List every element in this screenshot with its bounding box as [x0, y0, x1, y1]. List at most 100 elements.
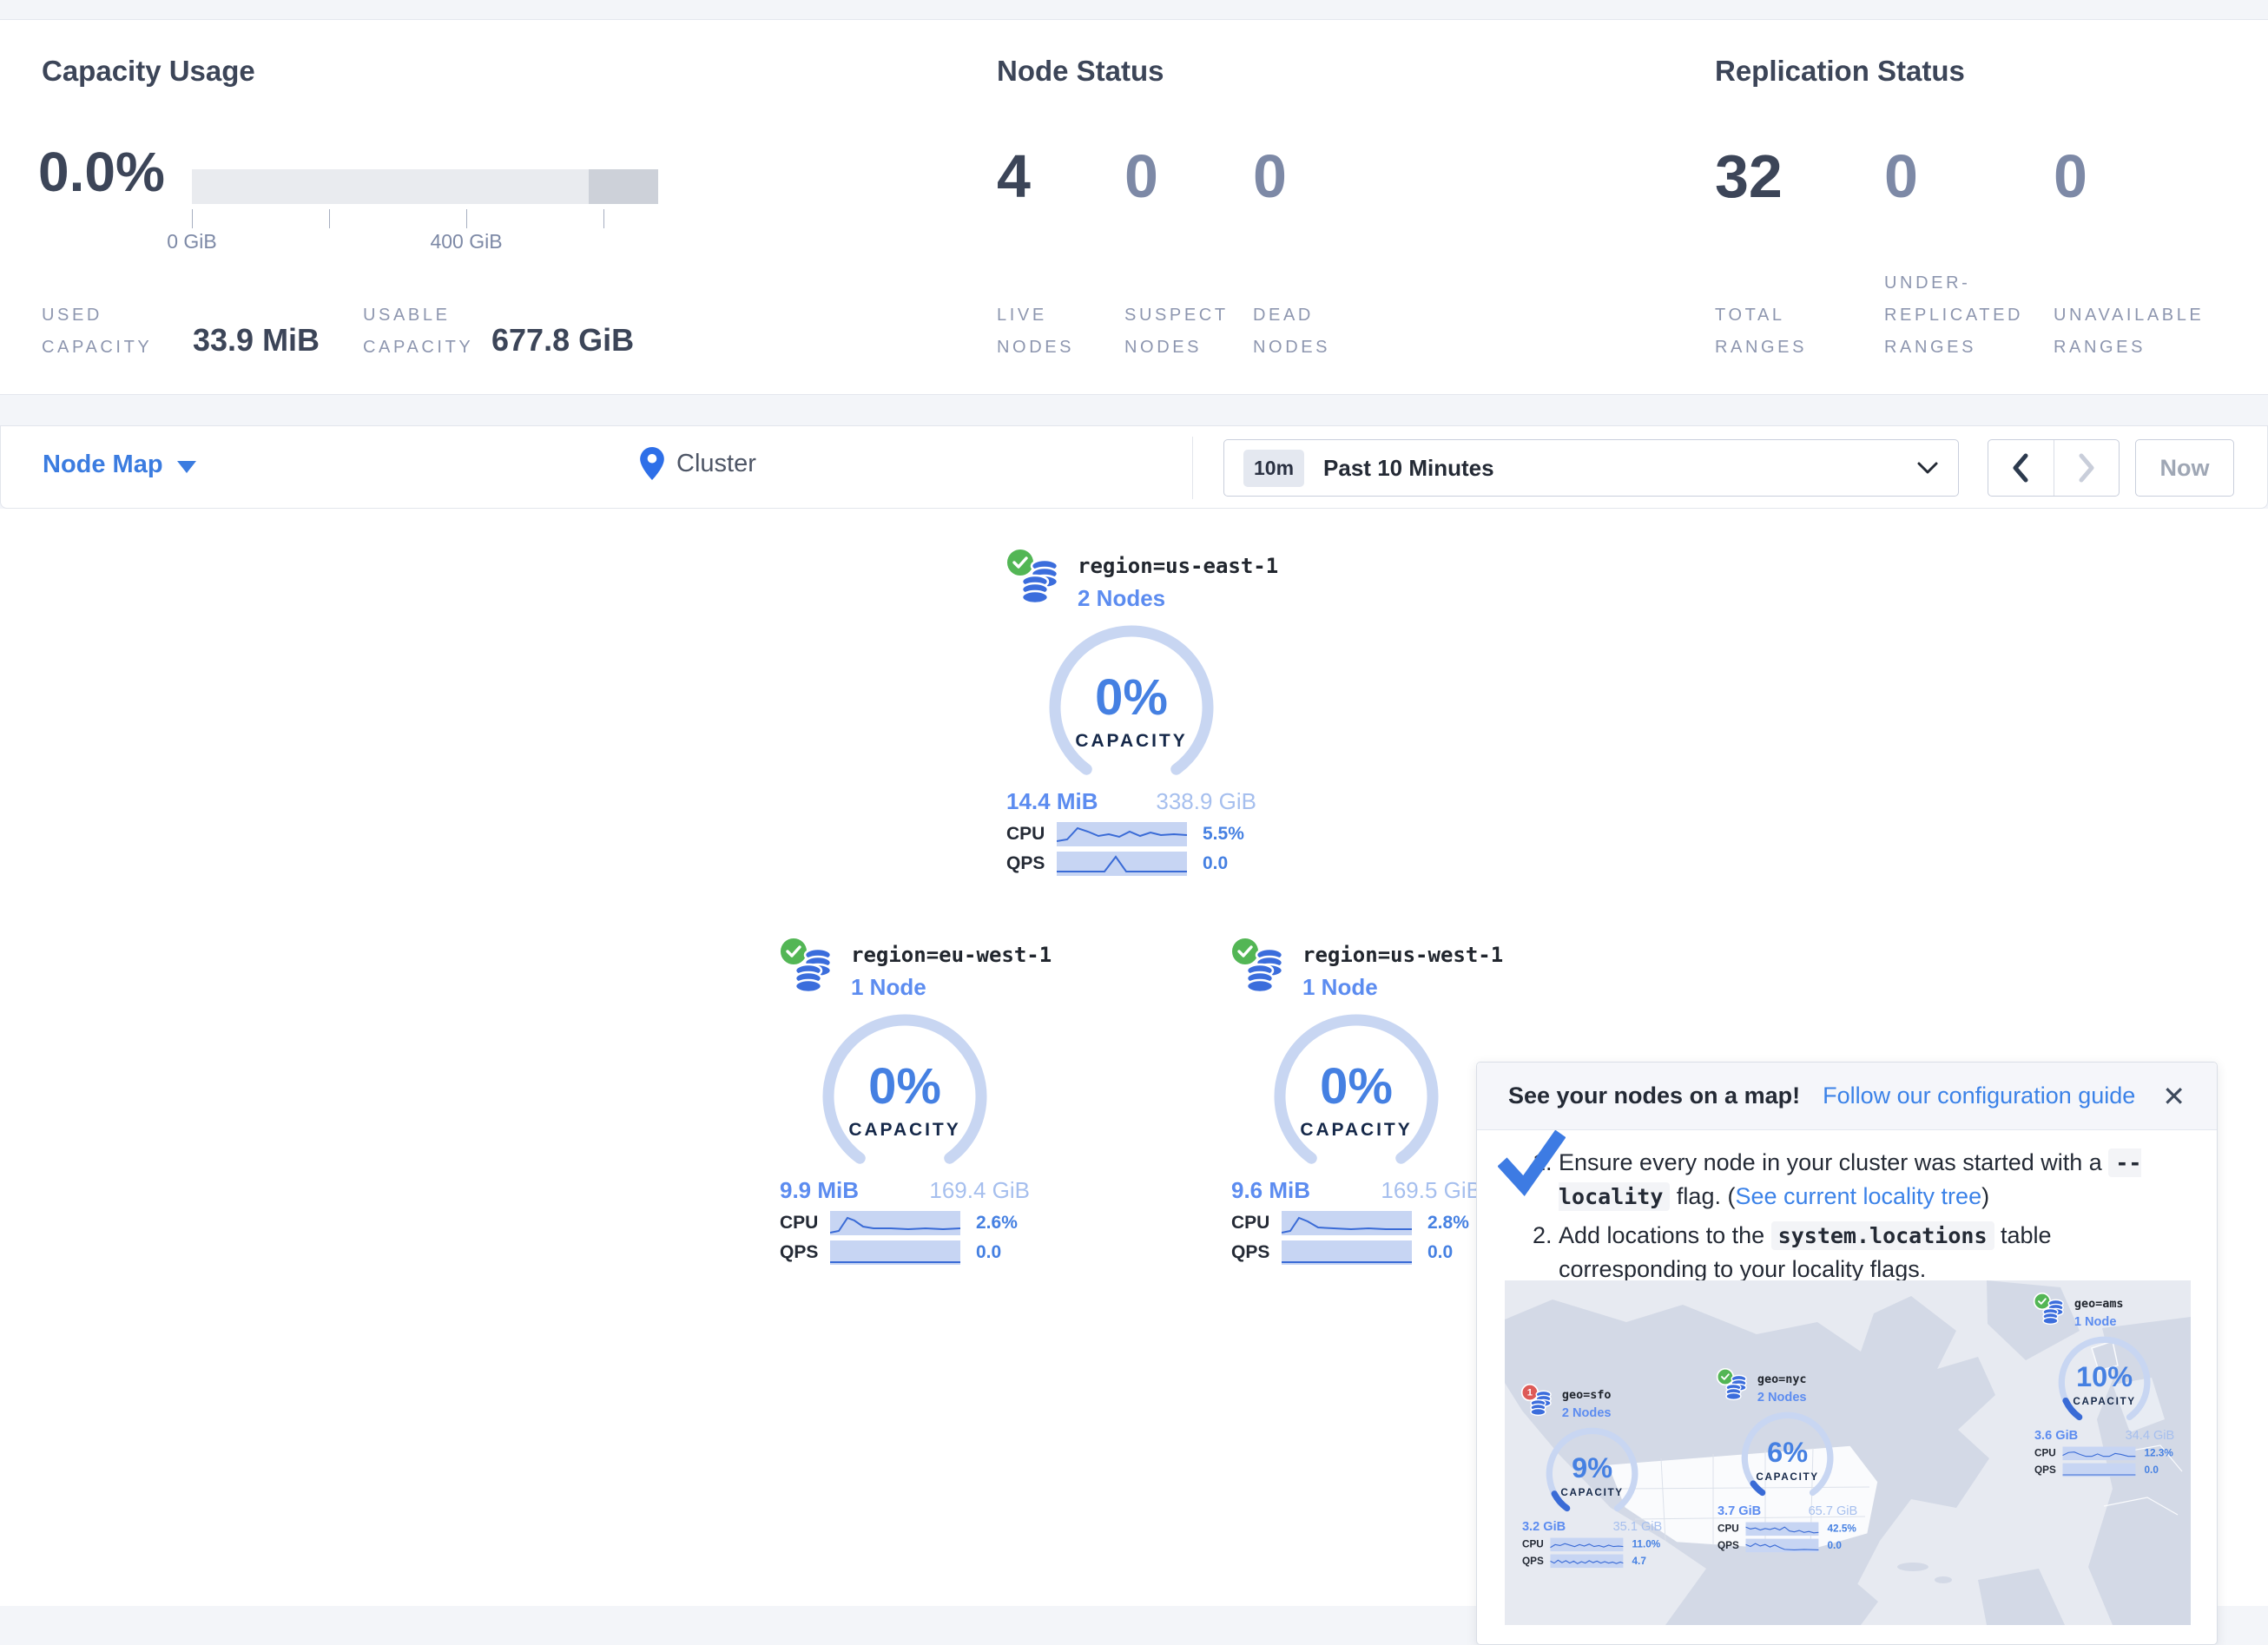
- suspect-nodes-label: SUSPECT NODES: [1124, 272, 1237, 364]
- total-bytes: 35.1 GiB: [1613, 1519, 1663, 1534]
- qps-label: QPS: [1717, 1540, 1745, 1551]
- total-bytes: 169.4 GiB: [929, 1177, 1030, 1204]
- used-bytes: 3.2 GiB: [1522, 1519, 1566, 1534]
- qps-sparkline: [2062, 1464, 2135, 1477]
- capacity-usable-segment: [589, 169, 658, 204]
- region-node-eu-west-1[interactable]: region=eu-west-1 1 Node 0% CAPACITY 9.9 …: [766, 936, 1044, 1266]
- capacity-percent: 0%: [1217, 1057, 1495, 1115]
- prev-time-button[interactable]: [1988, 440, 2054, 496]
- cpu-label: CPU: [1006, 824, 1057, 845]
- total-bytes: 169.5 GiB: [1381, 1177, 1481, 1204]
- region-node-us-east-1[interactable]: region=us-east-1 2 Nodes 0% CAPACITY 14.…: [992, 547, 1270, 877]
- unavailable-value: 0: [2054, 141, 2087, 211]
- unavailable-label: UNAVAILABLE RANGES: [2054, 239, 2219, 364]
- database-stack-icon: [1528, 1390, 1556, 1420]
- database-stack-icon: [1724, 1374, 1751, 1405]
- map-node-nyc[interactable]: geo=nyc 2 Nodes 6% CAPACITY 3.7 GiB 65.7…: [1710, 1368, 1865, 1553]
- qps-label: QPS: [780, 1242, 830, 1263]
- instruction-step-2: Add locations to the system.locations ta…: [1559, 1219, 2189, 1286]
- region-node-count: 1 Node: [851, 974, 926, 1001]
- region-node-count: 1 Node: [1302, 974, 1378, 1001]
- qps-value: 0.0: [2145, 1464, 2159, 1476]
- locality-node-count: 2 Nodes: [1562, 1405, 1612, 1420]
- instruction-step-1: Ensure every node in your cluster was st…: [1559, 1146, 2189, 1214]
- cpu-sparkline: [1057, 822, 1187, 846]
- used-bytes: 3.7 GiB: [1717, 1504, 1761, 1518]
- time-pager: [1988, 439, 2120, 497]
- capacity-usage-percent: 0.0%: [38, 140, 165, 204]
- qps-sparkline: [830, 1240, 960, 1265]
- time-range-select[interactable]: 10m Past 10 Minutes: [1223, 439, 1959, 497]
- time-range-label: Past 10 Minutes: [1323, 455, 1916, 482]
- blue-check-icon: [1498, 1130, 1566, 1202]
- qps-label: QPS: [2034, 1464, 2062, 1476]
- dead-nodes-value: 0: [1253, 141, 1287, 211]
- capacity-caption: CAPACITY: [992, 731, 1270, 752]
- nodes-on-map-popup: See your nodes on a map! Follow our conf…: [1476, 1062, 2218, 1645]
- popup-header: See your nodes on a map! Follow our conf…: [1477, 1063, 2217, 1130]
- total-bytes: 338.9 GiB: [1156, 788, 1256, 815]
- view-selector-dropdown[interactable]: Node Map: [43, 451, 196, 479]
- cpu-label: CPU: [1717, 1523, 1745, 1535]
- locality-node-count: 2 Nodes: [1757, 1390, 1807, 1405]
- locality-tree-link[interactable]: See current locality tree: [1735, 1183, 1981, 1209]
- breadcrumb[interactable]: Cluster: [640, 447, 756, 480]
- cpu-value: 2.8%: [1427, 1213, 1469, 1234]
- toolbar: Node Map Cluster 10m Past 10 Minutes Now: [0, 425, 2268, 509]
- map-node-sfo[interactable]: 1 geo=sfo 2 Nodes 9% CAPACITY 3.2 GiB 35…: [1514, 1384, 1670, 1569]
- used-bytes: 9.6 MiB: [1231, 1177, 1310, 1204]
- qps-label: QPS: [1231, 1242, 1282, 1263]
- region-node-count: 2 Nodes: [1078, 585, 1165, 612]
- qps-label: QPS: [1006, 853, 1057, 874]
- bar-tick-label-0: 0 GiB: [122, 230, 261, 253]
- node-status-title: Node Status: [997, 55, 1164, 88]
- popup-title: See your nodes on a map!: [1508, 1082, 1800, 1109]
- chevron-right-icon: [2078, 453, 2095, 483]
- capacity-percent: 9%: [1514, 1451, 1670, 1484]
- capacity-usage-title: Capacity Usage: [42, 55, 255, 88]
- region-title: region=eu-west-1: [851, 943, 1052, 967]
- toolbar-divider: [1192, 437, 1193, 499]
- capacity-caption: CAPACITY: [766, 1120, 1044, 1141]
- cpu-value: 2.6%: [976, 1213, 1018, 1234]
- replication-status-title: Replication Status: [1715, 55, 1965, 88]
- database-stack-icon: [2041, 1299, 2068, 1329]
- locality-title: geo=sfo: [1562, 1387, 1612, 1401]
- cpu-value: 42.5%: [1828, 1523, 1856, 1535]
- used-capacity-label: USED CAPACITY: [42, 296, 172, 364]
- region-node-us-west-1[interactable]: region=us-west-1 1 Node 0% CAPACITY 9.6 …: [1217, 936, 1495, 1266]
- used-bytes: 3.6 GiB: [2034, 1428, 2078, 1443]
- used-bytes: 9.9 MiB: [780, 1177, 859, 1204]
- qps-value: 0.0: [976, 1242, 1001, 1263]
- database-stack-icon: [1242, 946, 1292, 1001]
- capacity-caption: CAPACITY: [1217, 1120, 1495, 1141]
- next-time-button[interactable]: [2054, 440, 2120, 496]
- capacity-percent: 0%: [992, 668, 1270, 727]
- bar-tick: [329, 209, 330, 228]
- used-capacity-value: 33.9 MiB: [193, 322, 320, 359]
- capacity-usage-bar: [192, 169, 658, 204]
- live-nodes-value: 4: [997, 141, 1031, 211]
- bar-tick-label-400: 400 GiB: [397, 230, 536, 253]
- system-locations-code: system.locations: [1771, 1221, 1994, 1250]
- map-node-ams[interactable]: geo=ams 1 Node 10% CAPACITY 3.6 GiB 34.4…: [2027, 1293, 2182, 1477]
- capacity-percent: 0%: [766, 1057, 1044, 1115]
- locality-node-count: 1 Node: [2074, 1314, 2117, 1329]
- breadcrumb-label: Cluster: [676, 450, 756, 478]
- database-stack-icon: [1017, 557, 1067, 612]
- suspect-nodes-value: 0: [1124, 141, 1158, 211]
- capacity-percent: 6%: [1710, 1436, 1865, 1469]
- configuration-guide-link[interactable]: Follow our configuration guide: [1823, 1082, 2135, 1109]
- stats-panel: Capacity Usage 0.0% 0 GiB 400 GiB USED C…: [0, 19, 2268, 395]
- locality-title: geo=nyc: [1757, 1372, 1807, 1385]
- total-ranges-label: TOTAL RANGES: [1715, 239, 1828, 364]
- usable-capacity-value: 677.8 GiB: [491, 322, 634, 359]
- close-icon[interactable]: ✕: [2162, 1082, 2186, 1110]
- now-button[interactable]: Now: [2135, 439, 2234, 497]
- cpu-value: 11.0%: [1632, 1539, 1661, 1550]
- qps-sparkline: [1745, 1539, 1818, 1553]
- live-nodes-label: LIVE NODES: [997, 272, 1092, 364]
- cpu-sparkline: [2062, 1447, 2135, 1461]
- database-stack-icon: [790, 946, 841, 1001]
- qps-value: 0.0: [1828, 1540, 1842, 1551]
